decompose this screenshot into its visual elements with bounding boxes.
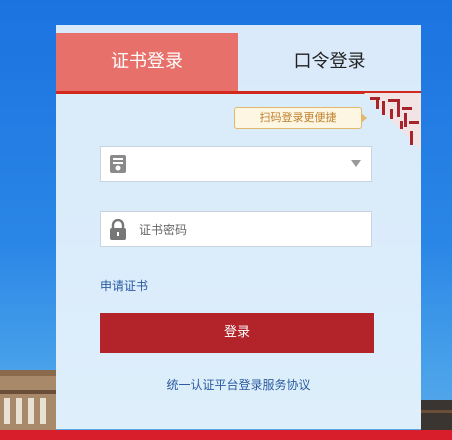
qr-code-icon[interactable] [364, 93, 421, 150]
login-button[interactable]: 登录 [100, 313, 374, 353]
lock-icon [109, 218, 127, 240]
tab-cert-login[interactable]: 证书登录 [56, 33, 238, 94]
certificate-icon [109, 154, 127, 174]
qr-login-tooltip: 扫码登录更便捷 [234, 107, 367, 129]
password-field[interactable] [100, 211, 372, 247]
apply-certificate-link[interactable]: 申请证书 [100, 277, 148, 294]
password-input[interactable] [137, 218, 361, 242]
login-tabs: 证书登录 口令登录 [56, 33, 421, 95]
service-agreement-link[interactable]: 统一认证平台登录服务协议 [56, 376, 421, 393]
login-panel: 证书登录 口令登录 扫码登录更便捷 申请证书 登录 统一认证平台登录服务协议 [56, 25, 421, 429]
tab-password-login[interactable]: 口令登录 [238, 33, 421, 94]
bottom-red-stripe [0, 430, 452, 440]
chevron-down-icon[interactable] [351, 160, 361, 167]
certificate-select[interactable] [100, 146, 372, 182]
